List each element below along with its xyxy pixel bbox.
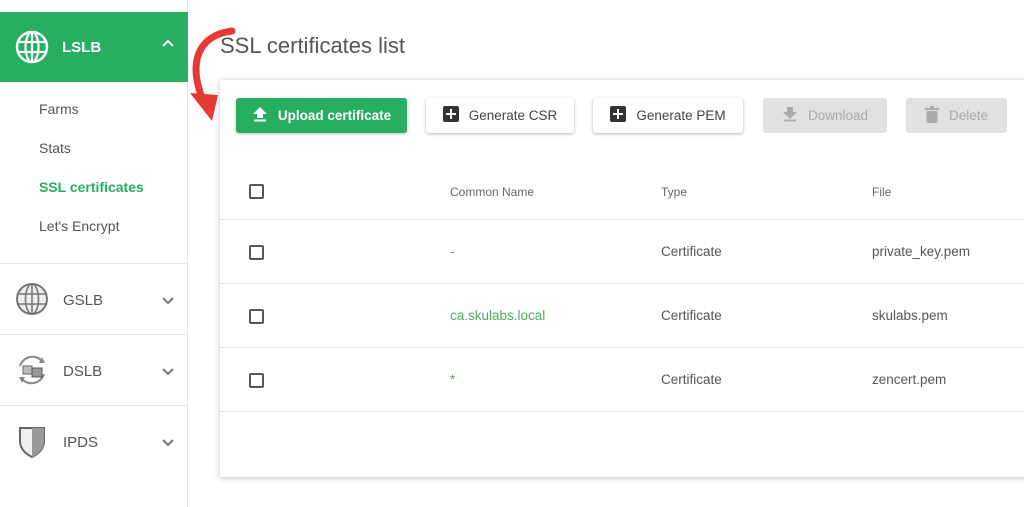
sidebar-module-label: DSLB (63, 363, 103, 380)
trash-icon (924, 105, 939, 126)
plus-square-icon (442, 106, 459, 125)
cell-file: skulabs.pem (872, 308, 948, 323)
table-row[interactable]: * Certificate zencert.pem (220, 348, 1024, 412)
cell-type: Certificate (661, 308, 722, 323)
sidebar-module-gslb[interactable]: GSLB (0, 263, 188, 334)
column-header-file[interactable]: File (872, 185, 891, 199)
sidebar-module-label: IPDS (63, 434, 99, 451)
chevron-down-icon[interactable] (160, 363, 176, 384)
row-checkbox[interactable] (249, 309, 264, 324)
plus-square-icon (610, 106, 627, 125)
sidebar-item-stats[interactable]: Stats (39, 140, 71, 156)
chevron-down-icon[interactable] (160, 434, 176, 455)
select-all-checkbox[interactable] (249, 184, 264, 199)
row-checkbox[interactable] (249, 245, 264, 260)
table-row[interactable]: ca.skulabs.local Certificate skulabs.pem (220, 284, 1024, 348)
certificates-panel: Upload certificate Generate CSR Generate… (220, 80, 1024, 477)
upload-certificate-button[interactable]: Upload certificate (236, 98, 407, 133)
cell-file: private_key.pem (872, 244, 971, 259)
curved-arrow-icon (180, 25, 240, 130)
download-icon (782, 106, 798, 125)
sidebar-item-farms[interactable]: Farms (39, 101, 79, 117)
cell-type: Certificate (661, 372, 722, 387)
download-button[interactable]: Download (763, 98, 887, 133)
sidebar-module-ipds[interactable]: IPDS (0, 405, 188, 476)
upload-certificate-label: Upload certificate (277, 108, 392, 123)
sidebar-module-label: GSLB (63, 292, 104, 309)
page-title: SSL certificates list (220, 33, 406, 58)
cell-common-name: - (450, 244, 455, 259)
shield-icon (14, 423, 50, 464)
generate-csr-label: Generate CSR (468, 108, 558, 123)
generate-pem-button[interactable]: Generate PEM (593, 98, 743, 133)
sidebar-module-label: LSLB (62, 39, 102, 56)
column-header-common-name[interactable]: Common Name (450, 185, 534, 199)
delete-label: Delete (948, 108, 989, 123)
sidebar-item-ssl-certificates[interactable]: SSL certificates (39, 179, 144, 195)
download-label: Download (807, 108, 869, 123)
globe-icon (14, 281, 50, 322)
chevron-up-icon[interactable] (160, 36, 176, 57)
sidebar-item-lets-encrypt[interactable]: Let's Encrypt (39, 218, 120, 234)
globe-network-icon (14, 29, 50, 70)
sidebar-module-dslb[interactable]: DSLB (0, 334, 188, 405)
generate-pem-label: Generate PEM (636, 108, 726, 123)
table-header: Common Name Type File (220, 160, 1024, 220)
cell-file: zencert.pem (872, 372, 947, 387)
delete-button[interactable]: Delete (906, 98, 1007, 133)
generate-csr-button[interactable]: Generate CSR (426, 98, 574, 133)
chevron-down-icon[interactable] (160, 292, 176, 313)
sync-boxes-icon (14, 352, 50, 393)
upload-icon (252, 106, 268, 125)
row-checkbox[interactable] (249, 373, 264, 388)
cell-common-name: * (450, 372, 456, 387)
cell-type: Certificate (661, 244, 722, 259)
cell-common-name: ca.skulabs.local (450, 308, 546, 323)
table-row[interactable]: - Certificate private_key.pem (220, 220, 1024, 284)
column-header-type[interactable]: Type (661, 185, 687, 199)
sidebar: LSLB Farms Stats SSL certificates Let's … (0, 0, 188, 507)
sidebar-module-lslb[interactable]: LSLB (0, 12, 188, 82)
